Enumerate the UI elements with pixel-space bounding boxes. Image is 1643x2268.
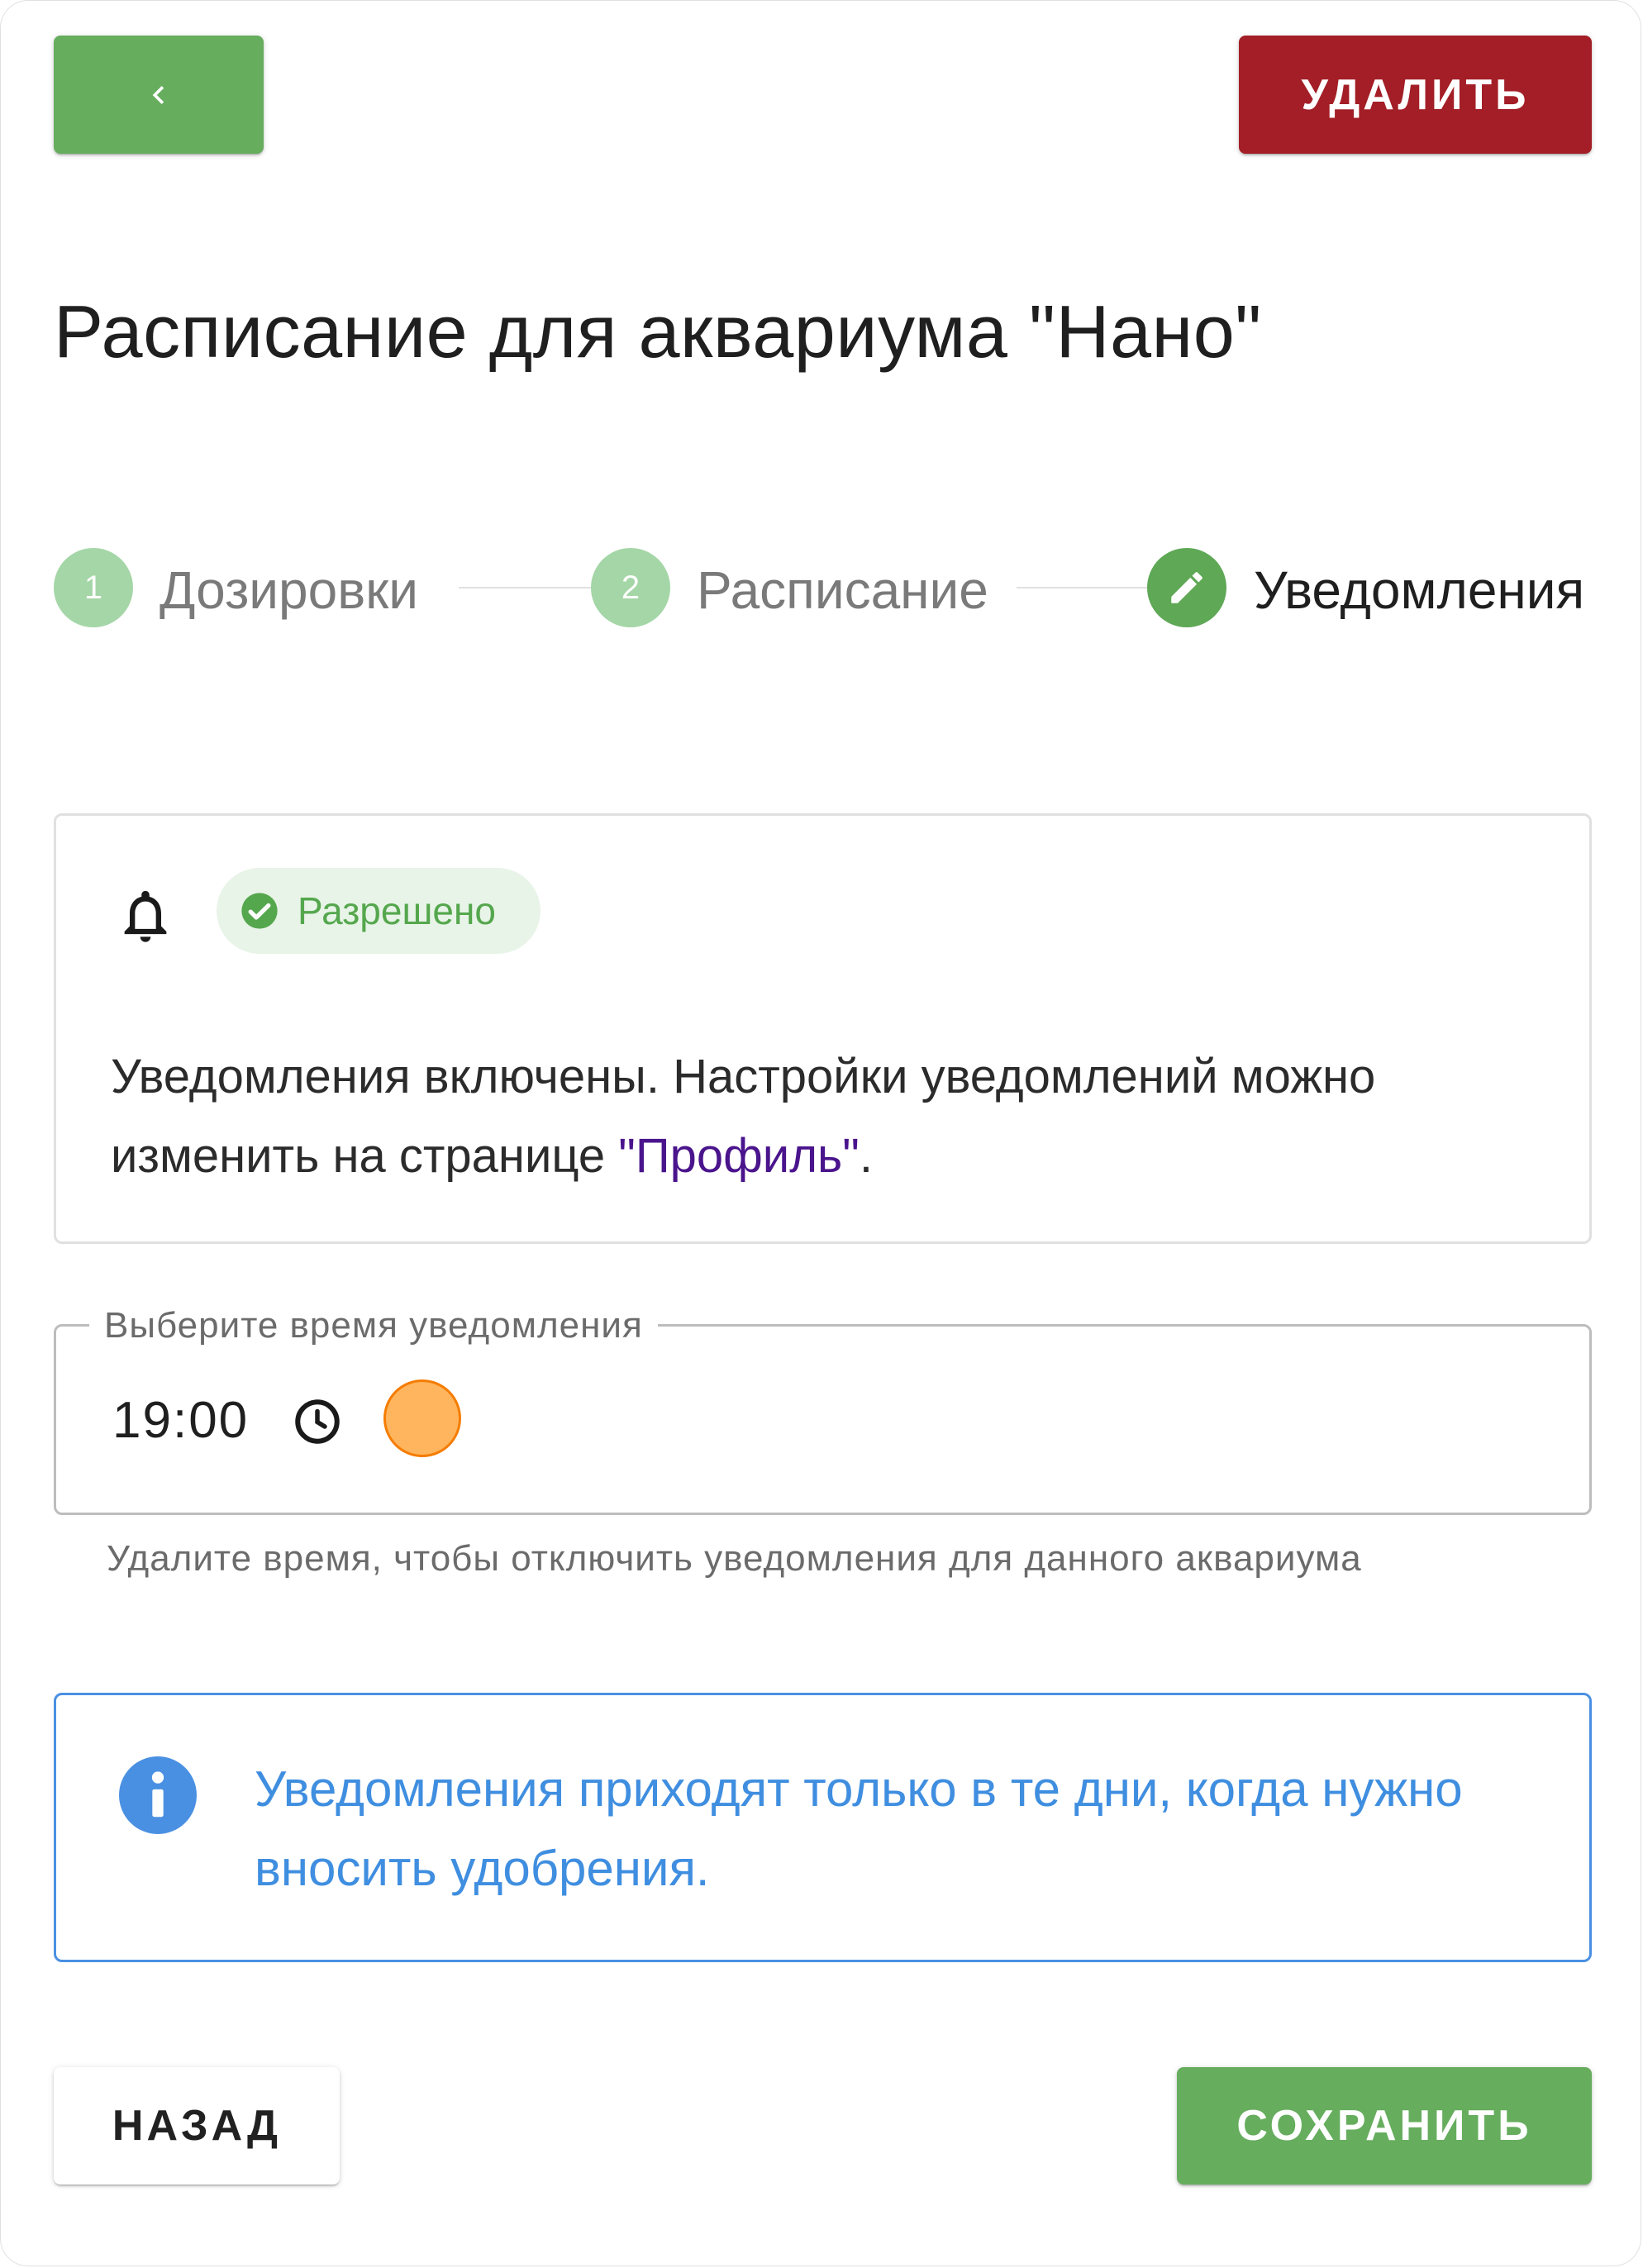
info-alert: Уведомления приходят только в те дни, ко…: [54, 1693, 1592, 1962]
profile-link[interactable]: "Профиль": [618, 1129, 860, 1183]
chevron-left-icon: [152, 85, 164, 104]
save-button[interactable]: Сохранить: [1177, 2067, 1592, 2185]
clock-icon[interactable]: [293, 1397, 342, 1446]
step-3-circle: [1147, 548, 1226, 627]
notification-status-card: Разрешено Уведомления включены. Настройк…: [54, 813, 1592, 1244]
bell-icon: [124, 890, 167, 942]
info-icon: [119, 1756, 197, 1834]
back-step-label: Назад: [112, 2102, 282, 2150]
step-2-label: Расписание: [697, 560, 988, 620]
time-field-value[interactable]: 19:00: [112, 1391, 249, 1450]
status-description: Уведомления включены. Настройки уведомле…: [111, 1037, 1532, 1196]
notification-time-field[interactable]: Выберите время уведомления 19:00: [54, 1305, 1592, 1515]
time-field-label: Выберите время уведомления: [89, 1305, 658, 1346]
delete-button[interactable]: Удалить: [1239, 36, 1592, 154]
status-text-end: .: [859, 1129, 873, 1183]
step-2-circle: 2: [591, 548, 670, 627]
status-chip: Разрешено: [217, 868, 541, 954]
back-button[interactable]: [54, 36, 264, 154]
status-chip-label: Разрешено: [298, 889, 496, 932]
delete-button-label: Удалить: [1301, 70, 1530, 119]
check-circle-icon: [241, 893, 278, 929]
time-field-helper: Удалите время, чтобы отключить уведомлен…: [107, 1538, 1362, 1579]
schedule-page: Удалить Расписание для аквариума "Нано" …: [0, 0, 1641, 2266]
step-2-number: 2: [621, 569, 641, 606]
touch-indicator: [383, 1379, 461, 1457]
stepper: 1 Дозировки 2 Расписание Уведомления: [54, 548, 1592, 627]
step-1-circle: 1: [54, 548, 133, 627]
save-label: Сохранить: [1236, 2102, 1532, 2150]
step-1-label: Дозировки: [160, 560, 418, 620]
info-text: Уведомления приходят только в те дни, ко…: [255, 1761, 1463, 1896]
back-step-button[interactable]: Назад: [54, 2067, 340, 2185]
step-3-label: Уведомления: [1254, 560, 1585, 620]
step-1-number: 1: [83, 569, 103, 606]
page-title: Расписание для аквариума "Нано": [54, 291, 1262, 374]
pencil-icon: [1171, 572, 1202, 603]
